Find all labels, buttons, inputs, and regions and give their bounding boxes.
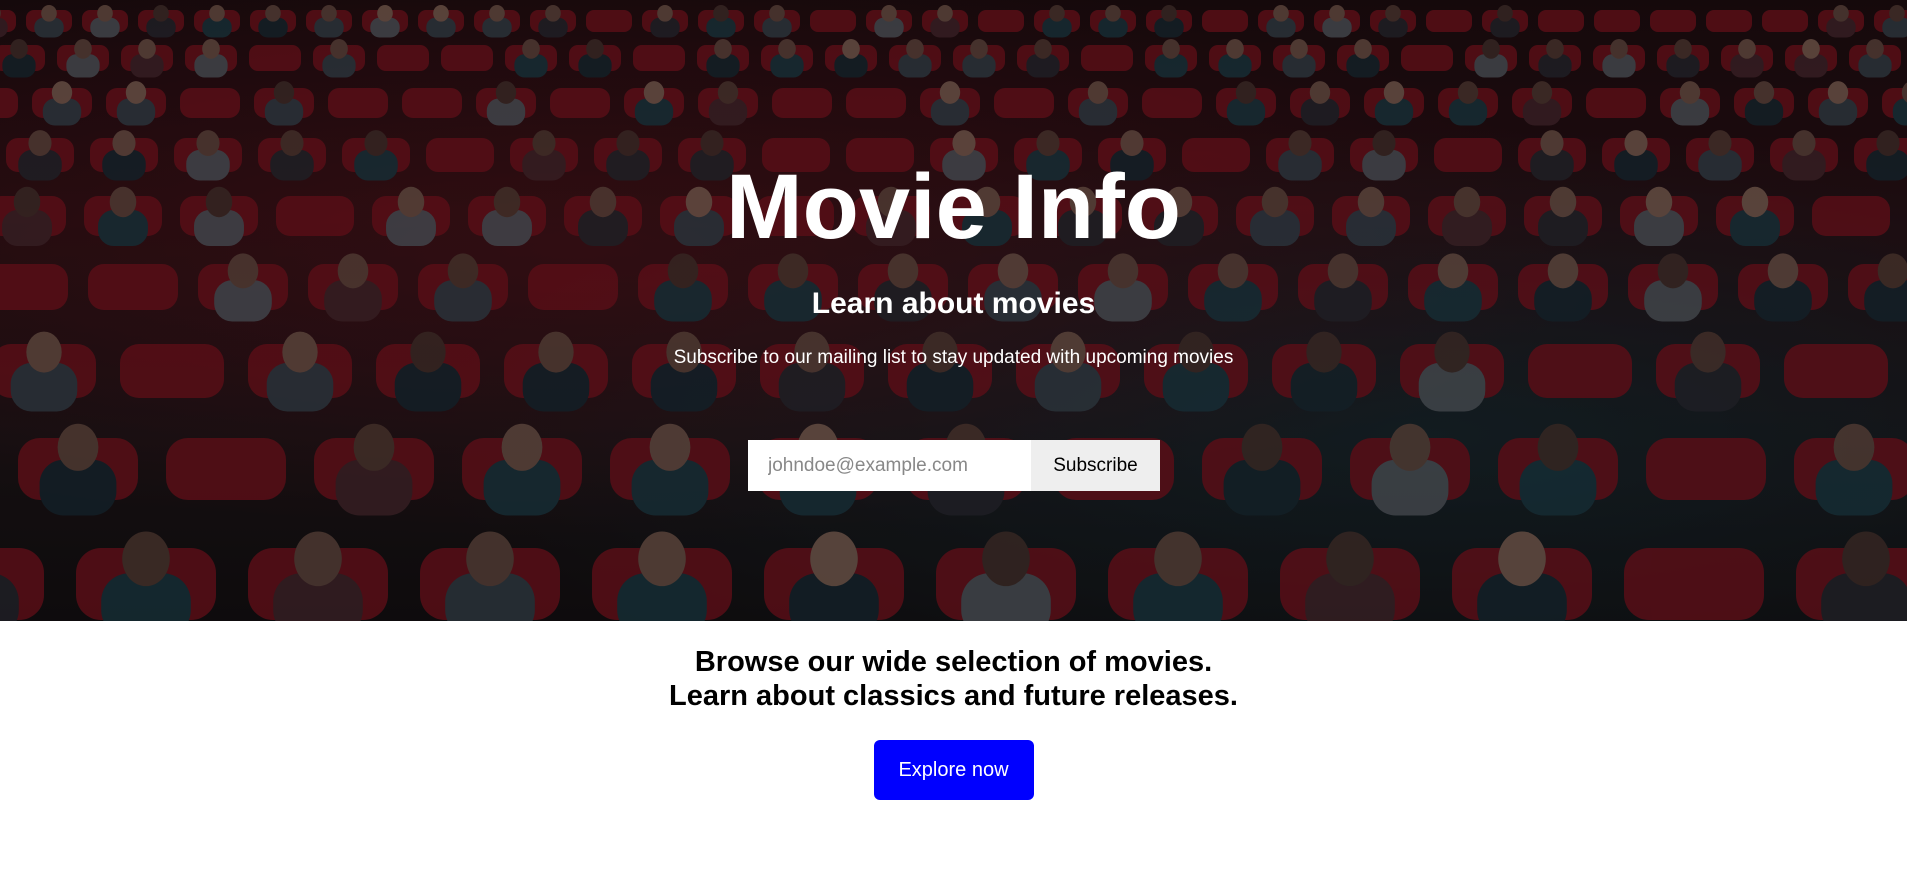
hero-section: Movie Info Learn about movies Subscribe … [0,0,1907,621]
browse-line-2: Learn about classics and future releases… [669,680,1238,712]
browse-heading: Browse our wide selection of movies. Lea… [0,645,1907,713]
subscribe-form: Subscribe [748,440,1160,491]
hero-content: Movie Info Learn about movies Subscribe … [0,0,1907,621]
browse-section: Browse our wide selection of movies. Lea… [0,621,1907,891]
browse-line-1: Browse our wide selection of movies. [694,646,1213,678]
hero-description: Subscribe to our mailing list to stay up… [673,347,1234,368]
subscribe-button[interactable]: Subscribe [1031,440,1160,491]
hero-subtitle: Learn about movies [811,287,1096,320]
explore-now-button[interactable]: Explore now [873,740,1034,800]
email-field[interactable] [748,440,1031,491]
page-title: Movie Info [726,156,1181,258]
